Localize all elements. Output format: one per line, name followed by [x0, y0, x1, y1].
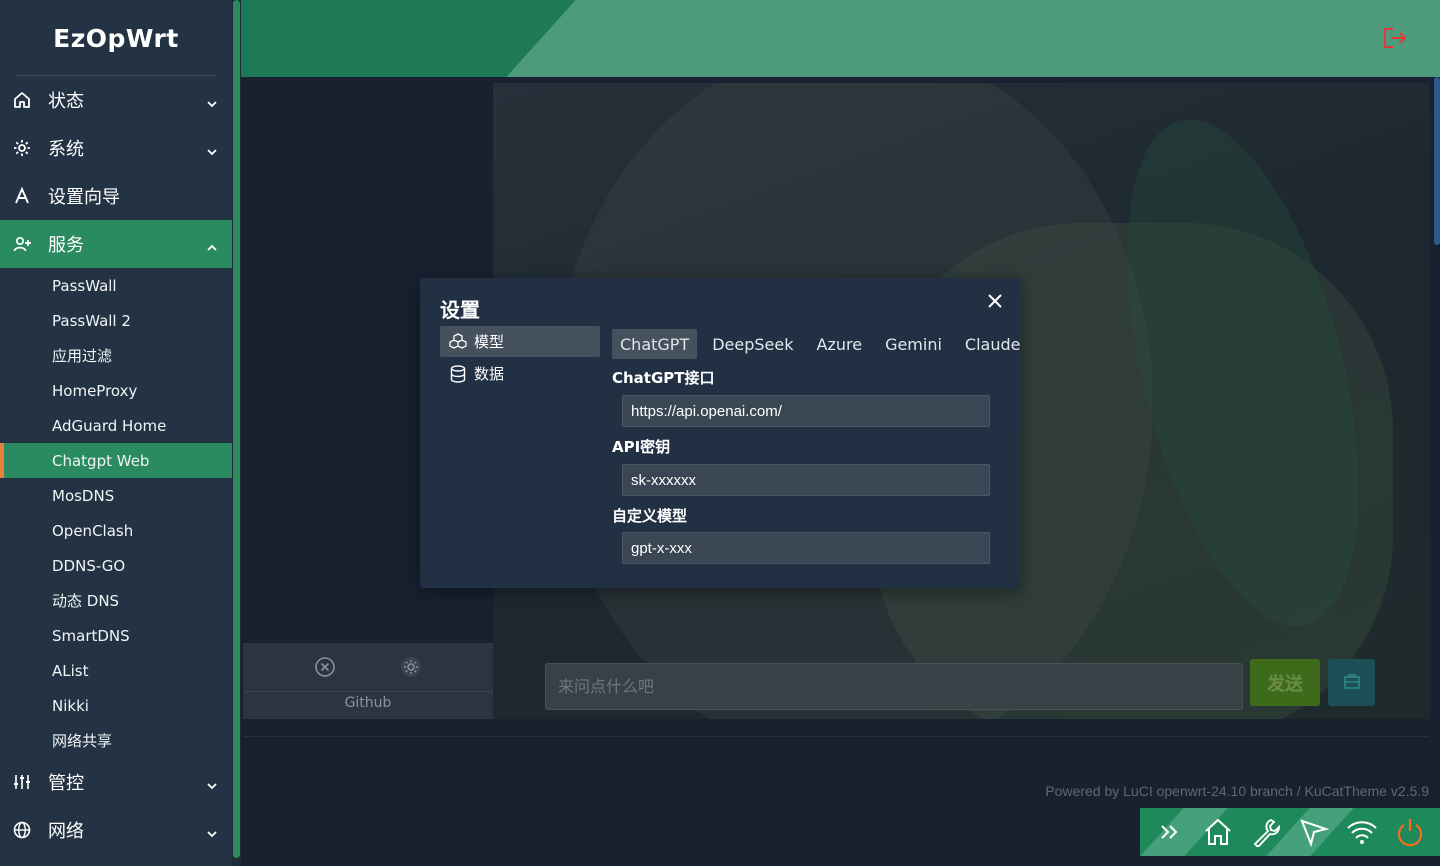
clear-chat-button[interactable] [1328, 659, 1375, 706]
chevron-down-icon [206, 776, 218, 790]
footer-text: Powered by LuCI openwrt-24.10 branch / K… [1045, 783, 1429, 799]
custom-model-label: 自定义模型 [612, 507, 688, 525]
settings-nav-model[interactable]: 模型 [440, 326, 600, 357]
page-scrollbar[interactable] [1434, 77, 1440, 245]
sidebar-item-alist[interactable]: AList [0, 653, 232, 688]
menu-item-network[interactable]: 网络 [0, 806, 232, 854]
modal-title: 设置 [440, 298, 480, 322]
send-button[interactable]: 发送 [1250, 659, 1320, 706]
menu-item-label: 服务 [48, 235, 84, 256]
logout-icon[interactable] [1382, 26, 1408, 50]
globe-icon [12, 820, 32, 840]
sidebar-scrollbar[interactable] [232, 0, 241, 866]
expand-icon[interactable] [1153, 815, 1187, 849]
settings-nav-label: 数据 [474, 365, 505, 383]
github-link[interactable]: Github [243, 692, 493, 711]
chat-sidebar-footer: Github [243, 643, 493, 719]
settings-gear-icon[interactable] [400, 656, 422, 678]
sidebar: EzOpWrt 状态 系统 设置向导 服务 PassWall PassWall … [0, 0, 232, 866]
sidebar-item-chatgpt-web[interactable]: Chatgpt Web [0, 443, 232, 478]
sidebar-item-app-filter[interactable]: 应用过滤 [0, 338, 232, 373]
close-icon[interactable] [986, 292, 1004, 310]
sidebar-item-adguard-home[interactable]: AdGuard Home [0, 408, 232, 443]
sliders-icon [12, 772, 32, 792]
endpoint-label: ChatGPT接口 [612, 369, 715, 387]
power-icon[interactable] [1393, 815, 1427, 849]
sidebar-item-passwall[interactable]: PassWall [0, 268, 232, 303]
services-submenu: PassWall PassWall 2 应用过滤 HomeProxy AdGua… [0, 268, 232, 758]
database-icon [448, 364, 468, 384]
wrench-icon[interactable] [1249, 815, 1283, 849]
menu-item-label: 状态 [48, 91, 84, 112]
custom-model-field[interactable] [622, 532, 990, 564]
sidebar-item-smartdns[interactable]: SmartDNS [0, 618, 232, 653]
wifi-icon[interactable] [1345, 815, 1379, 849]
sidebar-item-mosdns[interactable]: MosDNS [0, 478, 232, 513]
sidebar-item-dynamic-dns[interactable]: 动态 DNS [0, 583, 232, 618]
api-key-label: API密钥 [612, 438, 671, 456]
settings-modal: 设置 模型 数据 ChatGPT DeepSeek Azure Gemini C… [420, 278, 1020, 588]
tab-chatgpt[interactable]: ChatGPT [612, 329, 698, 359]
sidebar-item-network-share[interactable]: 网络共享 [0, 723, 232, 758]
endpoint-field[interactable] [622, 395, 990, 427]
chevron-down-icon [206, 824, 218, 838]
send-arrow-icon[interactable] [1297, 815, 1331, 849]
menu-item-label: 管控 [48, 773, 84, 794]
sidebar-item-openclash[interactable]: OpenClash [0, 513, 232, 548]
menu-item-system[interactable]: 系统 [0, 124, 232, 172]
model-tabs: ChatGPT DeepSeek Azure Gemini Claude [612, 329, 1035, 359]
api-key-field[interactable] [622, 464, 990, 496]
quick-toolbar [1140, 808, 1440, 856]
sidebar-item-nikki[interactable]: Nikki [0, 688, 232, 723]
home-icon[interactable] [1201, 815, 1235, 849]
content-divider [243, 736, 1429, 737]
chevron-down-icon [206, 142, 218, 156]
settings-nav-data[interactable]: 数据 [440, 358, 600, 389]
menu-item-services[interactable]: 服务 [0, 220, 232, 268]
menu-item-label: 系统 [48, 139, 84, 160]
menu-item-wizard[interactable]: 设置向导 [0, 172, 232, 220]
close-circle-icon[interactable] [314, 656, 336, 678]
tab-claude[interactable]: Claude [957, 329, 1029, 359]
wizard-icon [12, 186, 32, 206]
sidebar-item-homeproxy[interactable]: HomeProxy [0, 373, 232, 408]
sidebar-item-passwall2[interactable]: PassWall 2 [0, 303, 232, 338]
home-icon [12, 90, 32, 110]
brand-logo[interactable]: EzOpWrt [0, 0, 232, 76]
chat-input[interactable] [545, 663, 1243, 710]
cubes-icon [448, 332, 468, 352]
chevron-down-icon [206, 94, 218, 108]
tab-gemini[interactable]: Gemini [877, 329, 950, 359]
briefcase-icon [1342, 671, 1362, 695]
menu-item-label: 设置向导 [48, 187, 120, 208]
sidebar-item-ddns-go[interactable]: DDNS-GO [0, 548, 232, 583]
tab-azure[interactable]: Azure [809, 329, 871, 359]
menu-item-status[interactable]: 状态 [0, 76, 232, 124]
menu-item-control[interactable]: 管控 [0, 758, 232, 806]
top-header [241, 0, 1440, 77]
chevron-up-icon [206, 238, 218, 251]
settings-nav-label: 模型 [474, 333, 505, 351]
user-plus-icon [12, 234, 32, 254]
settings-nav: 模型 数据 [440, 326, 600, 390]
sidebar-scrollbar-thumb[interactable] [233, 0, 240, 858]
tab-deepseek[interactable]: DeepSeek [704, 329, 801, 359]
gear-icon [12, 138, 32, 158]
menu-item-label: 网络 [48, 821, 84, 842]
